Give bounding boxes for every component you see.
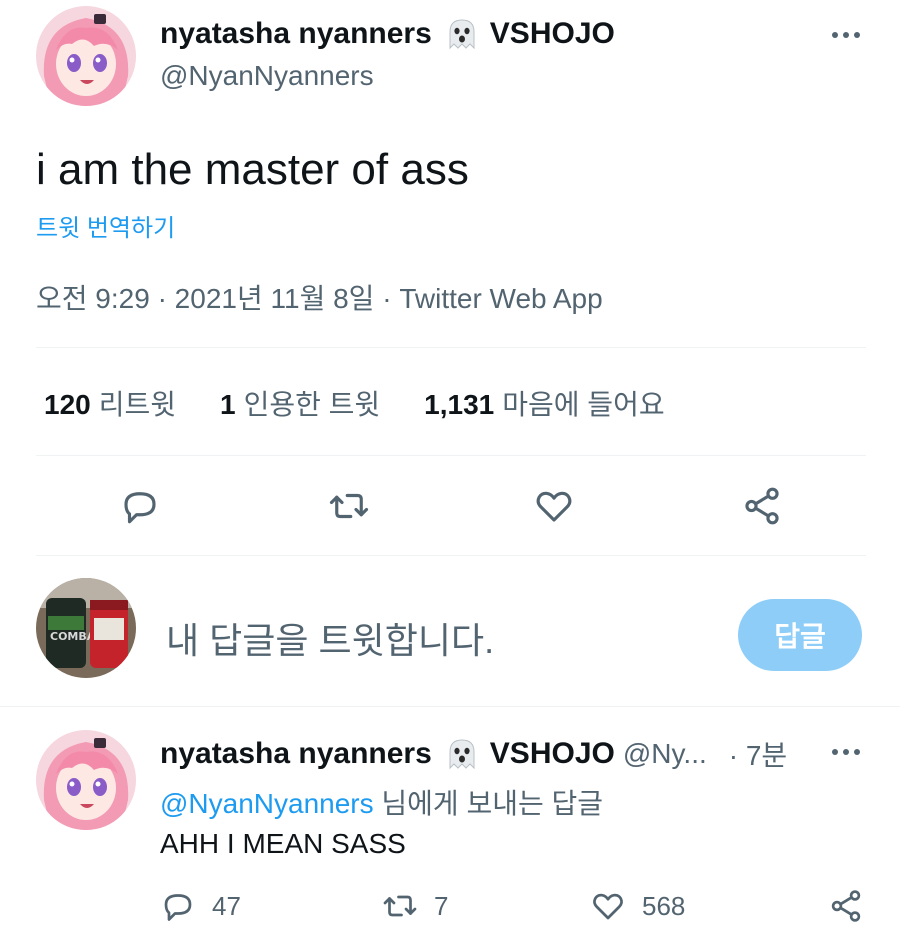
divider bbox=[0, 706, 900, 707]
heart-icon[interactable] bbox=[530, 482, 578, 530]
reply-share-action[interactable] bbox=[828, 888, 864, 924]
retweets-label: 리트윗 bbox=[98, 389, 176, 420]
reply-author-handle[interactable]: @Ny... bbox=[623, 738, 707, 770]
reply-author-avatar[interactable] bbox=[36, 730, 136, 830]
replying-to-mention[interactable]: @NyanNyanners bbox=[160, 788, 374, 819]
ghost-icon bbox=[444, 16, 480, 52]
retweet-icon[interactable] bbox=[325, 482, 373, 530]
quotes-count: 1 bbox=[220, 389, 236, 420]
replying-to-suffix: 님에게 보내는 답글 bbox=[373, 788, 604, 819]
reply-reply-action[interactable]: 47 bbox=[160, 888, 241, 924]
likes-count: 1,131 bbox=[424, 389, 495, 420]
reply-text: AHH I MEAN SASS bbox=[160, 828, 406, 859]
reply-time[interactable]: · 7분 bbox=[729, 734, 787, 774]
translate-tweet-link[interactable]: 트윗 번역하기 bbox=[36, 208, 175, 243]
heart-icon bbox=[593, 893, 623, 920]
share-icon[interactable] bbox=[738, 482, 786, 530]
replying-to: @NyanNyanners 님에게 보내는 답글 bbox=[160, 782, 603, 822]
reply-replies-count: 47 bbox=[212, 890, 241, 921]
likes-label: 마음에 들어요 bbox=[502, 389, 665, 420]
retweets-stat[interactable]: 120 리트윗 bbox=[44, 383, 176, 423]
more-options-icon[interactable] bbox=[826, 740, 866, 764]
more-options-icon[interactable] bbox=[826, 23, 866, 47]
divider bbox=[36, 555, 866, 556]
author-handle[interactable]: @NyanNyanners bbox=[160, 60, 374, 92]
author-affiliation: VSHOJO bbox=[489, 17, 615, 50]
quotes-label: 인용한 트윗 bbox=[243, 389, 381, 420]
reply-like-action[interactable]: 568 bbox=[590, 888, 685, 924]
share-icon bbox=[831, 890, 861, 922]
retweets-count: 120 bbox=[44, 389, 91, 420]
author-display-name[interactable]: nyatasha nyanners bbox=[160, 17, 432, 51]
reply-retweets-count: 7 bbox=[434, 890, 449, 921]
tweet-text: i am the master of ass bbox=[36, 145, 469, 194]
reply-input[interactable]: 내 답글을 트윗합니다. bbox=[166, 612, 494, 664]
ghost-icon bbox=[444, 736, 480, 772]
reply-retweet-action[interactable]: 7 bbox=[382, 888, 448, 924]
author-name-row: nyatasha nyanners VSHOJO bbox=[160, 16, 615, 52]
divider bbox=[36, 455, 866, 456]
reply-icon bbox=[164, 894, 192, 921]
reply-author-name-row: nyatasha nyanners VSHOJO @Ny... · 7분 bbox=[160, 734, 787, 774]
current-user-avatar[interactable]: COMBA bbox=[36, 578, 136, 678]
engagement-stats: 120 리트윗 1 인용한 트윗 1,131 마음에 들어요 bbox=[44, 383, 665, 423]
tweet-timestamp-source[interactable]: 오전 9:29 · 2021년 11월 8일 · Twitter Web App bbox=[36, 277, 603, 317]
reply-icon[interactable] bbox=[116, 482, 164, 530]
reply-submit-button[interactable]: 답글 bbox=[738, 599, 862, 671]
svg-text:COMBA: COMBA bbox=[50, 630, 96, 643]
reply-author-display-name[interactable]: nyatasha nyanners bbox=[160, 737, 432, 771]
quotes-stat[interactable]: 1 인용한 트윗 bbox=[220, 383, 380, 423]
retweet-icon bbox=[383, 895, 417, 917]
likes-stat[interactable]: 1,131 마음에 들어요 bbox=[424, 383, 664, 423]
reply-likes-count: 568 bbox=[642, 890, 686, 921]
author-avatar[interactable] bbox=[36, 6, 136, 106]
reply-author-affiliation: VSHOJO bbox=[489, 737, 615, 770]
divider bbox=[36, 347, 866, 348]
